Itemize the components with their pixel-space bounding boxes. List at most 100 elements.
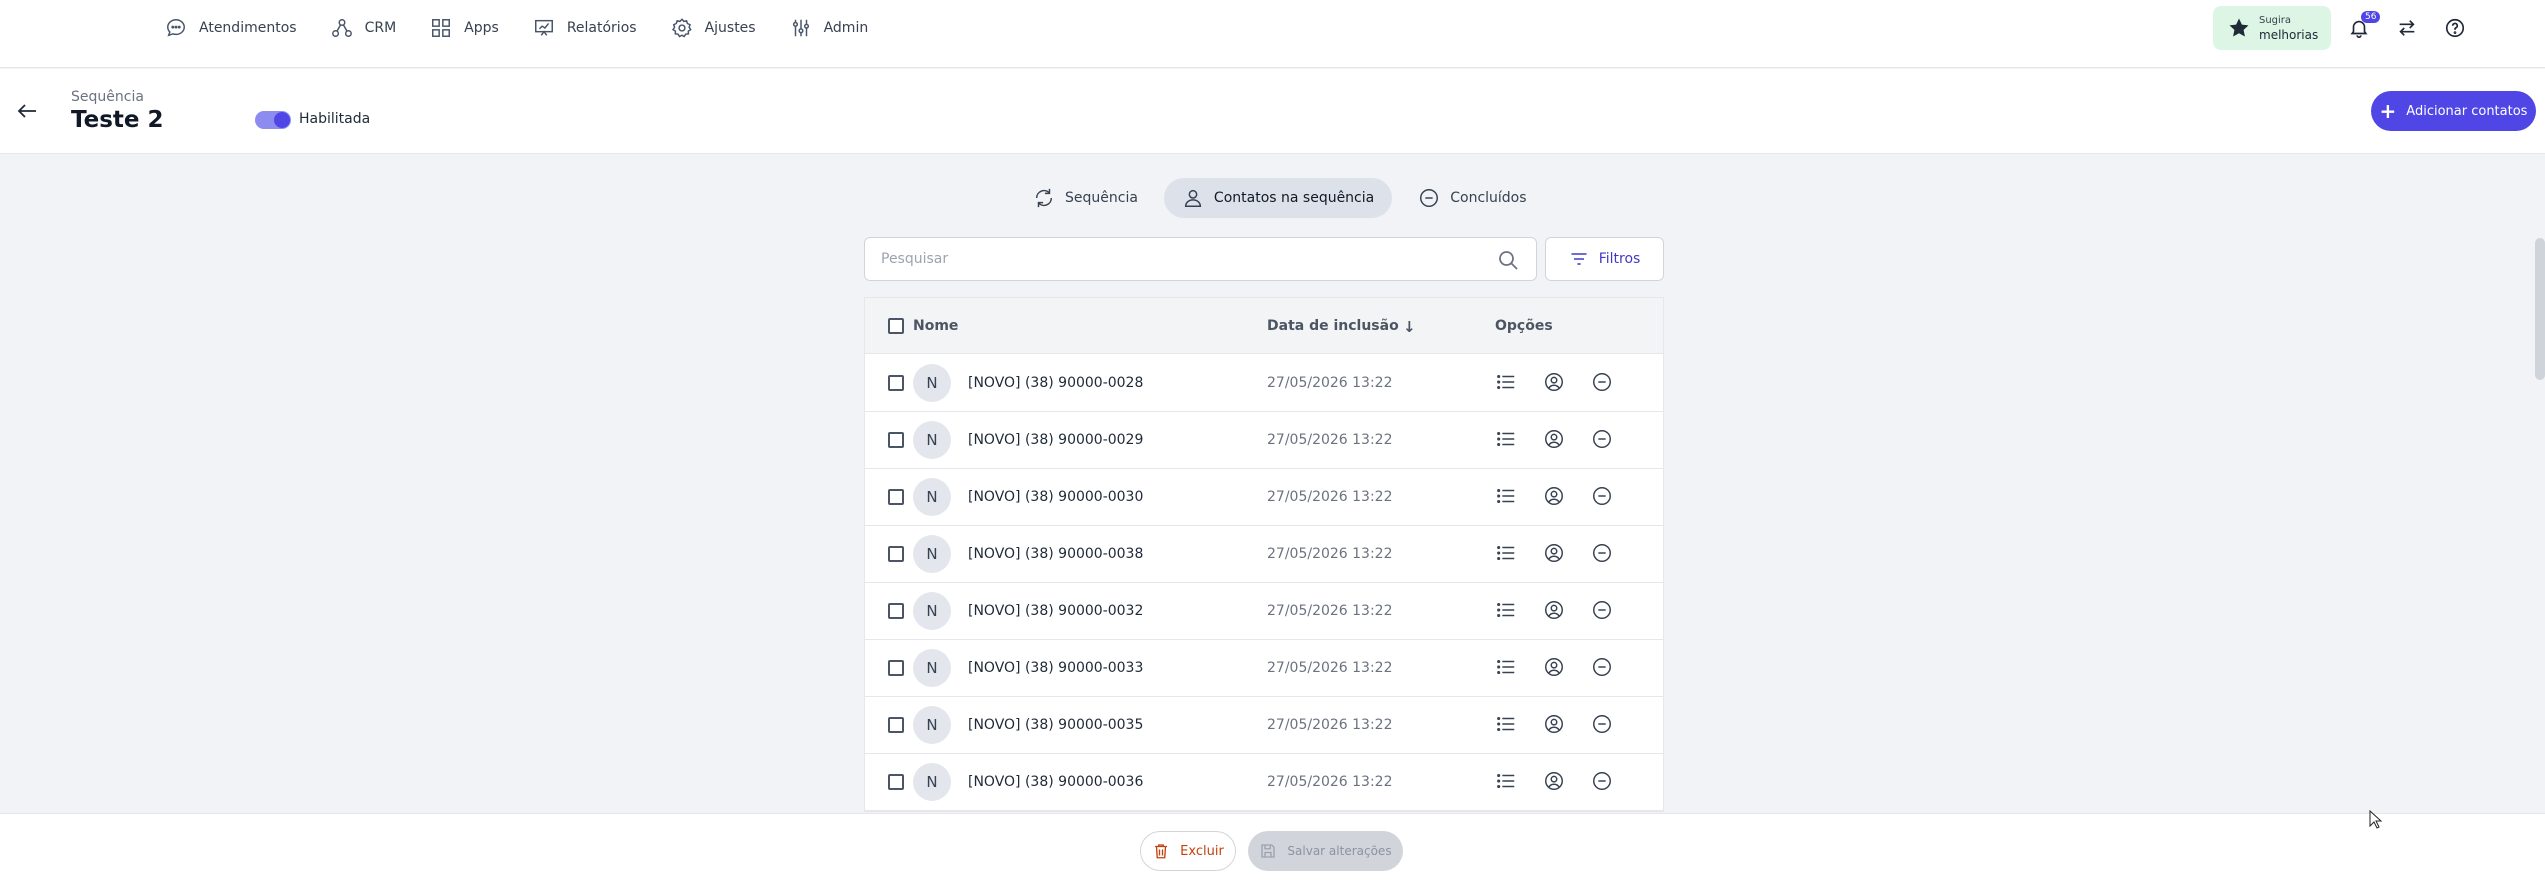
details-list-icon[interactable]	[1495, 485, 1519, 509]
switch-account-button[interactable]	[2393, 14, 2421, 42]
remove-from-sequence-icon[interactable]	[1591, 599, 1615, 623]
details-list-icon[interactable]	[1495, 428, 1519, 452]
nav-item-atendimentos[interactable]: Atendimentos	[165, 17, 297, 39]
nav-item-admin[interactable]: Admin	[790, 17, 868, 39]
contact-name[interactable]: [NOVO] (38) 90000-0033	[968, 660, 1143, 676]
nav-label: Ajustes	[704, 20, 756, 36]
enabled-toggle[interactable]	[255, 111, 291, 129]
table-row[interactable]: N [NOVO] (38) 90000-0030 27/05/2026 13:22	[865, 469, 1663, 526]
avatar: N	[913, 535, 951, 573]
delete-button[interactable]: Excluir	[1140, 831, 1236, 871]
nav-item-crm[interactable]: CRM	[331, 17, 396, 39]
avatar-initial: N	[926, 431, 938, 449]
search-icon[interactable]	[1496, 248, 1520, 272]
inclusion-date: 27/05/2026 13:22	[1267, 660, 1393, 676]
inclusion-date: 27/05/2026 13:22	[1267, 432, 1393, 448]
row-checkbox[interactable]	[888, 660, 904, 676]
table-row[interactable]: N [NOVO] (38) 90000-0036 27/05/2026 13:22	[865, 754, 1663, 811]
inclusion-date: 27/05/2026 13:22	[1267, 489, 1393, 505]
nav-item-apps[interactable]: Apps	[430, 17, 499, 39]
contact-profile-icon[interactable]	[1543, 542, 1567, 566]
search-input[interactable]	[865, 238, 1475, 280]
remove-from-sequence-icon[interactable]	[1591, 713, 1615, 737]
row-checkbox[interactable]	[888, 375, 904, 391]
contact-profile-icon[interactable]	[1543, 770, 1567, 794]
help-button[interactable]	[2441, 14, 2469, 42]
tab-sequencia[interactable]: Sequência	[1015, 178, 1156, 218]
tab-label: Contatos na sequência	[1213, 190, 1375, 206]
contact-profile-icon[interactable]	[1543, 485, 1567, 509]
table-row[interactable]: N [NOVO] (38) 90000-0033 27/05/2026 13:22	[865, 640, 1663, 697]
delete-label: Excluir	[1180, 843, 1224, 859]
contact-name[interactable]: [NOVO] (38) 90000-0030	[968, 489, 1143, 505]
details-list-icon[interactable]	[1495, 770, 1519, 794]
table-row[interactable]: N [NOVO] (38) 90000-0032 27/05/2026 13:22	[865, 583, 1663, 640]
user-icon	[1184, 189, 1201, 207]
add-contacts-button[interactable]: + Adicionar contatos	[2371, 91, 2536, 131]
remove-from-sequence-icon[interactable]	[1591, 656, 1615, 680]
details-list-icon[interactable]	[1495, 656, 1519, 680]
row-checkbox[interactable]	[888, 774, 904, 790]
sort-desc-icon[interactable]: ↓	[1403, 318, 1416, 336]
remove-from-sequence-icon[interactable]	[1591, 428, 1615, 452]
details-list-icon[interactable]	[1495, 599, 1519, 623]
cycle-arrows-icon	[1035, 188, 1053, 208]
main-nav: Atendimentos CRM Apps Relatórios Ajustes…	[165, 14, 902, 42]
contact-profile-icon[interactable]	[1543, 371, 1567, 395]
inclusion-date: 27/05/2026 13:22	[1267, 774, 1393, 790]
remove-from-sequence-icon[interactable]	[1591, 542, 1615, 566]
contact-profile-icon[interactable]	[1543, 428, 1567, 452]
tab-concluidos[interactable]: Concluídos	[1400, 178, 1544, 218]
row-checkbox[interactable]	[888, 432, 904, 448]
crm-nodes-icon	[331, 19, 352, 37]
select-all-checkbox[interactable]	[888, 318, 904, 334]
inclusion-date: 27/05/2026 13:22	[1267, 375, 1393, 391]
arrow-left-icon	[17, 104, 36, 118]
nav-item-ajustes[interactable]: Ajustes	[671, 17, 756, 39]
row-checkbox[interactable]	[888, 546, 904, 562]
presentation-chart-icon	[534, 19, 553, 36]
back-button[interactable]	[14, 99, 42, 123]
contact-name[interactable]: [NOVO] (38) 90000-0036	[968, 774, 1143, 790]
avatar-initial: N	[926, 374, 938, 392]
table-row[interactable]: N [NOVO] (38) 90000-0035 27/05/2026 13:22	[865, 697, 1663, 754]
table-row[interactable]: N [NOVO] (38) 90000-0028 27/05/2026 13:22	[865, 355, 1663, 412]
notifications-button[interactable]: 56	[2345, 11, 2381, 42]
column-header-date[interactable]: Data de inclusão	[1267, 318, 1399, 334]
chat-bubble-icon	[167, 19, 185, 37]
contact-name[interactable]: [NOVO] (38) 90000-0038	[968, 546, 1143, 562]
remove-from-sequence-icon[interactable]	[1591, 485, 1615, 509]
star-icon	[2229, 18, 2249, 37]
remove-from-sequence-icon[interactable]	[1591, 371, 1615, 395]
contact-name[interactable]: [NOVO] (38) 90000-0028	[968, 375, 1143, 391]
contact-name[interactable]: [NOVO] (38) 90000-0035	[968, 717, 1143, 733]
contact-name[interactable]: [NOVO] (38) 90000-0032	[968, 603, 1143, 619]
column-header-name[interactable]: Nome	[913, 318, 958, 334]
nav-item-relatorios[interactable]: Relatórios	[533, 17, 637, 39]
sliders-icon	[792, 19, 809, 37]
avatar-initial: N	[926, 659, 938, 677]
table-row[interactable]: N [NOVO] (38) 90000-0029 27/05/2026 13:22	[865, 412, 1663, 469]
table-row[interactable]: N [NOVO] (38) 90000-0038 27/05/2026 13:22	[865, 526, 1663, 583]
inclusion-date: 27/05/2026 13:22	[1267, 603, 1393, 619]
tab-contatos-na-sequencia[interactable]: Contatos na sequência	[1163, 178, 1393, 218]
row-checkbox[interactable]	[888, 603, 904, 619]
gear-icon	[671, 18, 692, 38]
remove-from-sequence-icon[interactable]	[1591, 770, 1615, 794]
avatar: N	[913, 592, 951, 630]
details-list-icon[interactable]	[1495, 371, 1519, 395]
contact-name[interactable]: [NOVO] (38) 90000-0029	[968, 432, 1143, 448]
contact-profile-icon[interactable]	[1543, 599, 1567, 623]
row-checkbox[interactable]	[888, 717, 904, 733]
details-list-icon[interactable]	[1495, 542, 1519, 566]
suggest-improvements-button[interactable]: Sugira melhorias	[2213, 6, 2331, 50]
save-changes-button[interactable]: Salvar alterações	[1248, 831, 1403, 871]
page-scrollbar[interactable]	[2535, 238, 2545, 380]
contact-profile-icon[interactable]	[1543, 656, 1567, 680]
contact-profile-icon[interactable]	[1543, 713, 1567, 737]
filters-button[interactable]: Filtros	[1545, 237, 1664, 281]
row-checkbox[interactable]	[888, 489, 904, 505]
details-list-icon[interactable]	[1495, 713, 1519, 737]
tab-label: Sequência	[1065, 190, 1138, 206]
avatar-initial: N	[926, 602, 938, 620]
